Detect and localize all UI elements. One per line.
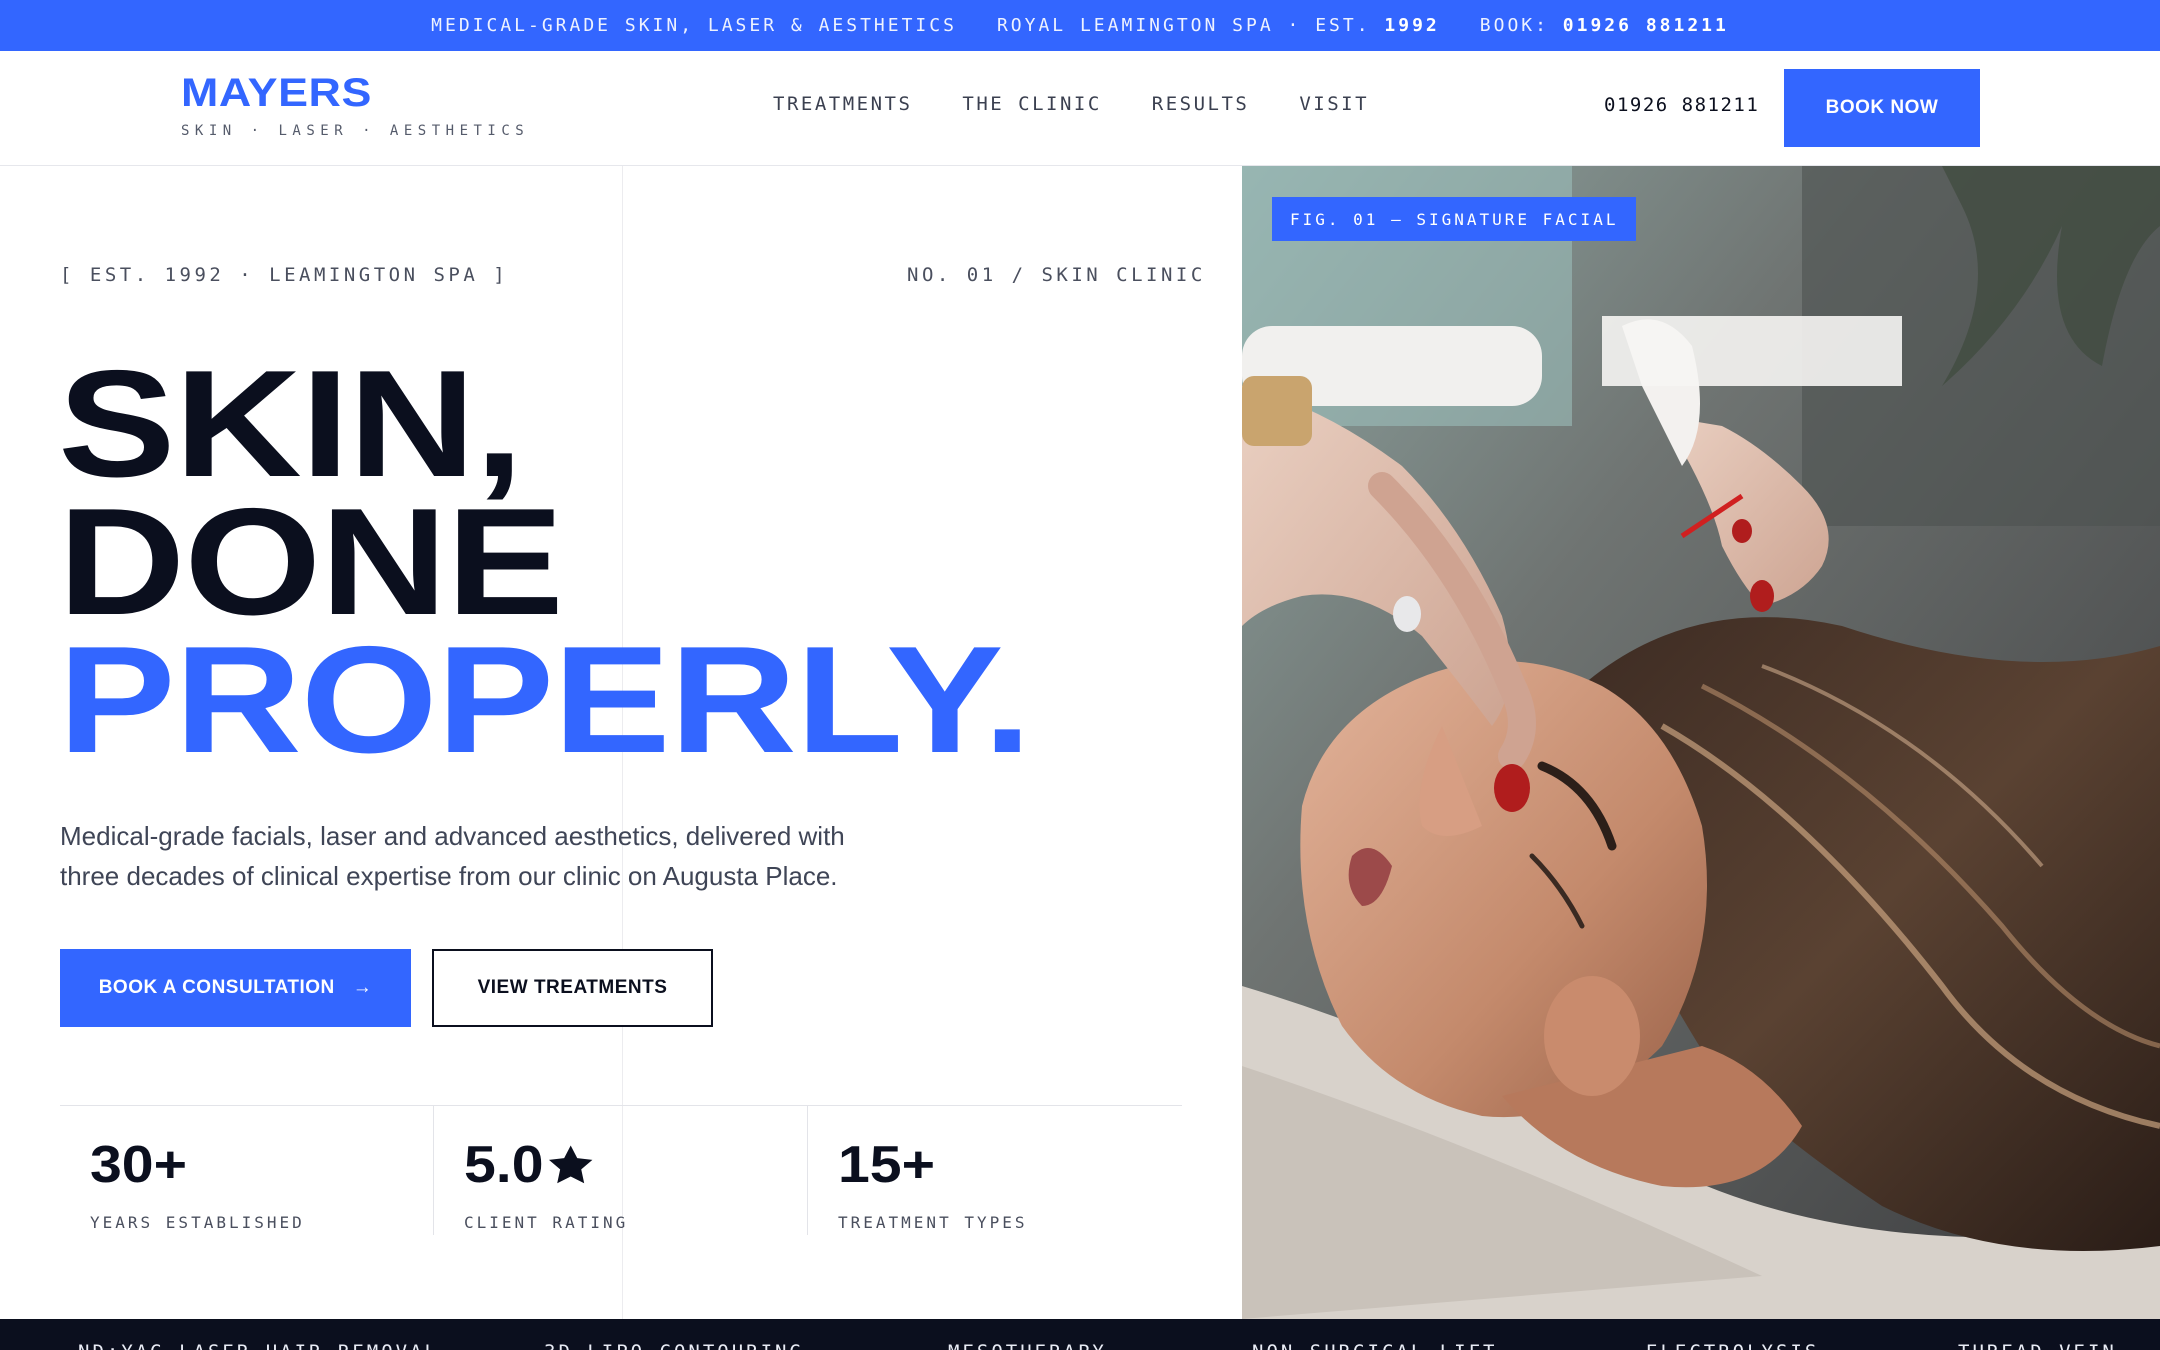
nav-item-visit[interactable]: VISIT: [1299, 93, 1369, 115]
ticker-item[interactable]: THREAD VEIN: [1958, 1341, 2117, 1350]
announcement-location-text: ROYAL LEAMINGTON SPA · EST.: [996, 15, 1371, 36]
star-icon: [549, 1145, 593, 1184]
stat-value: 5.0: [464, 1139, 596, 1191]
nav-item-results[interactable]: RESULTS: [1152, 93, 1250, 115]
hero-meta-right: NO. 01 / SKIN CLINIC: [907, 264, 1206, 286]
hero-meta-left: [ EST. 1992 · LEAMINGTON SPA ]: [60, 264, 509, 286]
ticker-item[interactable]: 3D LIPO CONTOURING: [544, 1341, 948, 1350]
stat-value: 15+: [838, 1136, 936, 1194]
book-consultation-label: BOOK A CONSULTATION: [98, 977, 335, 998]
hero-headline: SKIN, DONE PROPERLY.: [58, 348, 1032, 776]
stats-row: 30+ YEARS ESTABLISHED 5.0 CLIENT RATING …: [60, 1105, 1182, 1235]
headline-line-2: DONE: [58, 477, 564, 647]
announcement-booking-label: BOOK:: [1479, 15, 1549, 36]
facial-treatment-illustration: [1242, 166, 2160, 1319]
ticker-item[interactable]: NON-SURGICAL LIFT: [1252, 1341, 1646, 1350]
nav-item-treatments[interactable]: TREATMENTS: [773, 93, 912, 115]
logo-wordmark: MAYERS: [181, 71, 372, 115]
arrow-right-icon: →: [352, 977, 373, 998]
headline-line-3: PROPERLY.: [58, 615, 1032, 785]
logo[interactable]: MAYERS SKIN · LASER · AESTHETICS: [181, 73, 529, 139]
announcement-year: 1992: [1384, 15, 1440, 36]
stat-treatments: 15+ TREATMENT TYPES: [808, 1106, 1182, 1235]
hero-intro: Medical-grade facials, laser and advance…: [60, 821, 845, 891]
stat-value: 30+: [90, 1136, 188, 1194]
hero-photo: [1242, 166, 2160, 1319]
book-now-button[interactable]: BOOK NOW: [1784, 69, 1980, 147]
announcement-location: ROYAL LEAMINGTON SPA · EST. 1992: [997, 15, 1440, 36]
site-header: MAYERS SKIN · LASER · AESTHETICS TREATME…: [0, 51, 2160, 166]
stat-label: YEARS ESTABLISHED: [90, 1213, 305, 1232]
stat-years: 30+ YEARS ESTABLISHED: [60, 1106, 434, 1235]
treatments-ticker: ND:YAG LASER HAIR REMOVAL 3D LIPO CONTOU…: [0, 1319, 2160, 1350]
announcement-tagline: MEDICAL-GRADE SKIN, LASER & AESTHETICS: [431, 15, 957, 36]
headline-line-1: SKIN,: [58, 339, 524, 509]
header-phone[interactable]: 01926 881211: [1604, 94, 1759, 116]
stat-rating: 5.0 CLIENT RATING: [434, 1106, 808, 1235]
view-treatments-button[interactable]: VIEW TREATMENTS: [432, 949, 713, 1027]
book-consultation-button[interactable]: BOOK A CONSULTATION →: [60, 949, 411, 1027]
main-nav: TREATMENTS THE CLINIC RESULTS VISIT: [773, 93, 1369, 115]
stat-label: TREATMENT TYPES: [838, 1213, 1028, 1232]
rating-value: 5.0: [464, 1136, 544, 1194]
logo-tagline: SKIN · LASER · AESTHETICS: [181, 123, 530, 139]
announcement-booking: BOOK: 01926 881211: [1480, 15, 1729, 36]
ticker-item[interactable]: MESOTHERAPY: [948, 1341, 1252, 1350]
announcement-phone[interactable]: 01926 881211: [1563, 15, 1729, 36]
announcement-bar: MEDICAL-GRADE SKIN, LASER & AESTHETICS R…: [0, 0, 2160, 51]
figure-label: FIG. 01 — SIGNATURE FACIAL: [1272, 197, 1637, 241]
ticker-track: ND:YAG LASER HAIR REMOVAL 3D LIPO CONTOU…: [78, 1341, 2117, 1350]
nav-item-the-clinic[interactable]: THE CLINIC: [962, 93, 1101, 115]
ticker-item[interactable]: ELECTROLYSIS: [1646, 1341, 1958, 1350]
ticker-item[interactable]: ND:YAG LASER HAIR REMOVAL: [78, 1341, 544, 1350]
stat-label: CLIENT RATING: [464, 1213, 629, 1232]
